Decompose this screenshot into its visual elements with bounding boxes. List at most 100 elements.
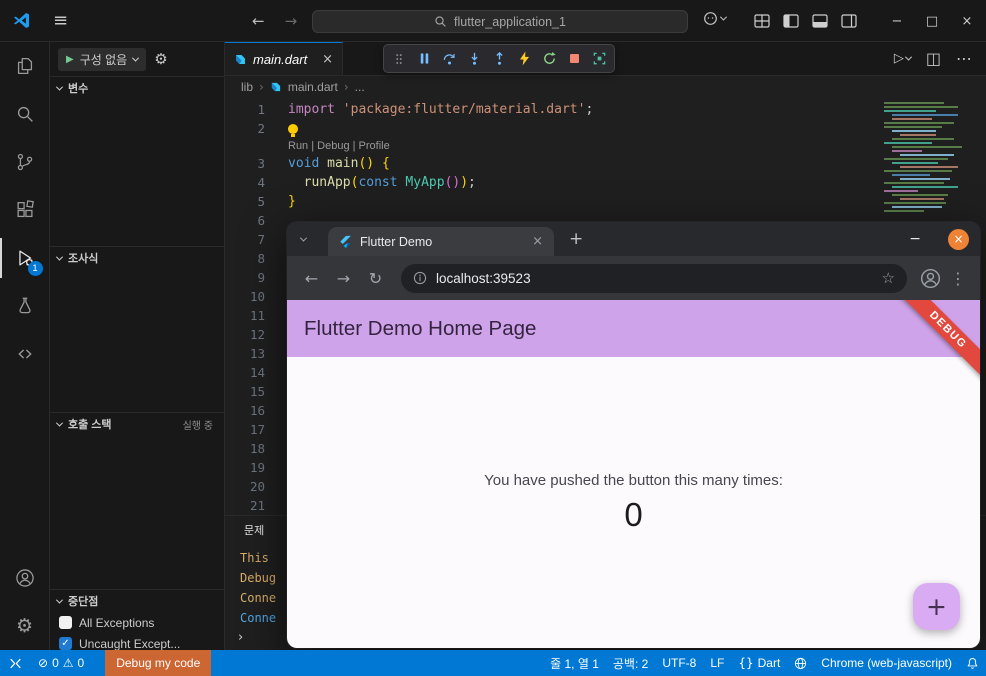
- breakpoint-checkbox[interactable]: ✓: [59, 637, 72, 650]
- chevron-down-icon: [132, 54, 140, 62]
- tab-main-dart[interactable]: main.dart ×: [225, 42, 343, 75]
- watch-section-header[interactable]: 조사식: [50, 247, 224, 269]
- breadcrumb-folder[interactable]: lib: [241, 80, 253, 94]
- bookmark-star-icon[interactable]: ☆: [882, 269, 895, 287]
- run-debug-icon[interactable]: 1: [0, 234, 50, 282]
- browser-forward-button[interactable]: →: [330, 269, 357, 288]
- browser-close-button[interactable]: ×: [948, 228, 969, 250]
- play-icon: ▶: [66, 53, 74, 65]
- copilot-button[interactable]: [703, 11, 728, 26]
- toggle-sidebar-icon[interactable]: [783, 14, 799, 28]
- browser-back-button[interactable]: ←: [298, 269, 325, 288]
- window-minimize-button[interactable]: −: [888, 14, 906, 29]
- source-control-icon[interactable]: [0, 138, 50, 186]
- debug-badge: 1: [27, 261, 43, 276]
- breakpoint-item[interactable]: All Exceptions: [50, 612, 224, 633]
- activity-bar: 1 ⚙: [0, 42, 50, 650]
- site-info-icon[interactable]: [413, 271, 427, 285]
- editor-more-actions-icon[interactable]: ⋯: [956, 49, 972, 68]
- code-brackets-icon[interactable]: [0, 330, 50, 378]
- indentation[interactable]: 공백: 2: [606, 650, 655, 676]
- run-file-button[interactable]: ▷: [894, 51, 912, 66]
- statusbar-debug-config[interactable]: Debug my code: [105, 650, 212, 676]
- minimap[interactable]: [882, 100, 970, 216]
- chevron-down-icon: [904, 53, 912, 61]
- notifications-bell[interactable]: [959, 650, 986, 676]
- chevron-down-icon: [55, 83, 64, 91]
- browser-tab[interactable]: Flutter Demo ×: [328, 227, 554, 256]
- browser-tab-title: Flutter Demo: [360, 234, 433, 249]
- command-center-search[interactable]: flutter_application_1: [312, 10, 688, 33]
- statusbar: ⊘ 0 ⚠ 0 Debug my code 줄 1, 열 1 공백: 2 UTF…: [0, 650, 986, 676]
- remote-indicator[interactable]: [0, 650, 31, 676]
- browser-reload-button[interactable]: ↻: [362, 269, 389, 288]
- breadcrumb-symbol[interactable]: ...: [355, 80, 365, 94]
- breakpoints-section-header[interactable]: 중단점: [50, 590, 224, 612]
- line-number: 16: [249, 403, 265, 418]
- profile-avatar-icon[interactable]: [919, 267, 942, 290]
- debug-start-button[interactable]: ▶ 구성 없음: [58, 47, 147, 71]
- history-back-button[interactable]: ←: [252, 12, 265, 30]
- breakpoint-item[interactable]: ✓ Uncaught Except...: [50, 633, 224, 650]
- step-over-icon[interactable]: [437, 47, 461, 71]
- line-number: 19: [249, 460, 265, 475]
- hot-reload-icon[interactable]: [512, 47, 536, 71]
- problems-tab[interactable]: 문제: [244, 522, 264, 538]
- customize-layout-icon[interactable]: [754, 14, 770, 28]
- code-line[interactable]: 5}: [225, 192, 986, 211]
- split-editor-icon[interactable]: ◫: [926, 49, 941, 68]
- explorer-icon[interactable]: [0, 42, 50, 90]
- menu-icon[interactable]: ≡: [53, 10, 68, 31]
- call-stack-section-header[interactable]: 호출 스택 실행 중: [50, 413, 224, 435]
- search-view-icon[interactable]: [0, 90, 50, 138]
- code-line[interactable]: 4 runApp(const MyApp());: [225, 173, 986, 192]
- toolbar-drag-handle[interactable]: [387, 47, 411, 71]
- browser-menu-icon[interactable]: ⋮: [947, 269, 969, 288]
- toggle-secondary-sidebar-icon[interactable]: [841, 14, 857, 28]
- eol-sequence[interactable]: LF: [703, 650, 731, 676]
- extensions-icon[interactable]: [0, 186, 50, 234]
- account-icon[interactable]: [0, 554, 50, 602]
- cursor-position[interactable]: 줄 1, 열 1: [543, 650, 606, 676]
- line-number: 12: [249, 327, 265, 342]
- new-tab-button[interactable]: +: [569, 229, 583, 249]
- settings-gear-icon[interactable]: ⚙: [0, 602, 50, 650]
- tab-search-chevron-icon[interactable]: [299, 234, 308, 242]
- fab-button[interactable]: +: [913, 583, 960, 630]
- variables-section-header[interactable]: 변수: [50, 77, 224, 99]
- widget-inspector-icon[interactable]: [587, 47, 611, 71]
- encoding[interactable]: UTF-8: [655, 650, 703, 676]
- step-into-icon[interactable]: [462, 47, 486, 71]
- call-stack-section: 호출 스택 실행 중: [50, 412, 224, 589]
- breakpoint-checkbox[interactable]: [59, 616, 72, 629]
- address-bar[interactable]: localhost:39523 ☆: [401, 263, 907, 293]
- line-number: 17: [249, 422, 265, 437]
- code-line[interactable]: 1 import 'package:flutter/material.dart';: [225, 100, 986, 119]
- lightbulb-icon[interactable]: [288, 123, 298, 137]
- window-maximize-button[interactable]: □: [923, 14, 941, 29]
- tab-close-icon[interactable]: ×: [532, 234, 543, 249]
- tab-close-icon[interactable]: ×: [322, 52, 333, 67]
- code-line[interactable]: 3 void main() {: [225, 154, 986, 173]
- debug-settings-gear-icon[interactable]: ⚙: [154, 50, 167, 68]
- pause-icon[interactable]: [412, 47, 436, 71]
- code-line[interactable]: 2: [225, 119, 986, 138]
- restart-icon[interactable]: [537, 47, 561, 71]
- problems-counter[interactable]: ⊘ 0 ⚠ 0: [31, 650, 91, 676]
- browser-minimize-button[interactable]: −: [909, 231, 921, 247]
- window-close-button[interactable]: ×: [958, 14, 976, 29]
- step-out-icon[interactable]: [487, 47, 511, 71]
- breadcrumb-file[interactable]: main.dart: [288, 80, 338, 94]
- codelens-actions[interactable]: Run | Debug | Profile: [265, 138, 390, 154]
- toggle-panel-icon[interactable]: [812, 14, 828, 28]
- debug-runtime[interactable]: Chrome (web-javascript): [814, 650, 959, 676]
- history-forward-button[interactable]: →: [285, 12, 298, 30]
- browser-tab-strip: Flutter Demo × + − ×: [287, 222, 980, 256]
- language-mode[interactable]: {} Dart: [731, 650, 787, 676]
- testing-icon[interactable]: [0, 282, 50, 330]
- browser-nav-bar: ← → ↻ localhost:39523 ☆ ⋮: [287, 256, 980, 300]
- chevron-down-icon: [55, 596, 64, 604]
- ports-globe[interactable]: [787, 650, 814, 676]
- stop-icon[interactable]: [562, 47, 586, 71]
- line-number: 11: [249, 308, 265, 323]
